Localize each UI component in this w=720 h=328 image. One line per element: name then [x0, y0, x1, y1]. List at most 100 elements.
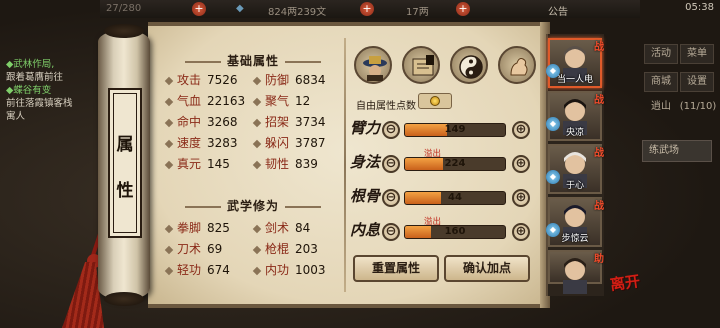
skill-row: 刀术 69: [164, 240, 222, 257]
skill-row: 内功 1003: [252, 261, 326, 278]
stat-row: 招架 3734: [252, 113, 326, 130]
gold-amount: 17两: [406, 7, 429, 18]
party-member-portrait[interactable]: 助: [548, 250, 604, 294]
party-status-tag: 战: [594, 42, 604, 53]
martial-title-text: 武学修为: [226, 199, 279, 213]
role-badge-icon: ◆: [546, 64, 560, 78]
menu-main[interactable]: 菜单: [680, 44, 714, 64]
attribute-value: 149: [444, 124, 466, 135]
title-divider: [184, 60, 221, 63]
scroll-skill-icon[interactable]: [402, 46, 440, 84]
party-status-tag: 助: [594, 254, 604, 265]
stat-value: 22163: [207, 94, 246, 108]
training-ground-button[interactable]: 练武场: [642, 140, 712, 162]
menu-settings[interactable]: 设置: [680, 72, 714, 92]
location-level: (11/10): [679, 101, 717, 112]
skill-label: 拳脚: [177, 221, 202, 235]
party-status-tag: 战: [594, 201, 604, 212]
stat-label: 招架: [265, 115, 290, 129]
silver-amount: 824两239文: [268, 7, 327, 18]
quest-desc-2: 前往落霞镇客栈: [6, 98, 73, 109]
skill-row: 剑术 84: [252, 219, 310, 236]
attribute-name: 内息: [350, 221, 381, 239]
stat-label: 聚气: [265, 94, 290, 108]
stat-label: 攻击: [177, 73, 202, 87]
overflow-label: 溢出: [424, 217, 442, 227]
add-resource-button[interactable]: +: [192, 2, 206, 16]
stat-row: 气血 22163: [164, 92, 246, 109]
base-attrs-title-text: 基础属性: [226, 54, 279, 68]
stat-label: 气血: [177, 94, 202, 108]
quest-desc-1: 跟着葛膺前往: [6, 72, 64, 83]
base-attrs-title: 基础属性: [168, 52, 338, 69]
skill-value: 1003: [295, 263, 326, 277]
increase-button[interactable]: ⊕: [512, 189, 530, 207]
leave-button[interactable]: 离开: [609, 270, 642, 295]
stat-label: 躲闪: [265, 136, 290, 150]
stat-bullet: [164, 97, 174, 106]
attribute-bar: 149: [404, 123, 506, 137]
stat-row: 速度 3283: [164, 134, 238, 151]
attribute-value: 44: [448, 192, 462, 203]
panel-title-char-2: 性: [116, 181, 134, 201]
quest-log[interactable]: ◆武林作局, 跟着葛膺前往 ◆蝶谷有变 前往落霞镇客栈 寓人: [6, 58, 102, 123]
stat-bullet: [252, 76, 262, 85]
stat-value: 7526: [207, 73, 238, 87]
free-points-label: 自由属性点数: [356, 101, 416, 112]
add-silver-button[interactable]: +: [360, 2, 374, 16]
stat-value: 3268: [207, 115, 238, 129]
stat-bullet: [252, 160, 262, 169]
resource-counter: 27/280: [106, 3, 142, 14]
skill-value: 203: [295, 242, 318, 256]
silver-icon: ◆: [236, 3, 244, 14]
party-status-tag: 战: [594, 95, 604, 106]
attribute-value: 224: [444, 158, 466, 169]
party-member-portrait[interactable]: 步惊云战 ◆: [546, 197, 604, 247]
skill-bullet: [252, 266, 262, 275]
party-member-portrait[interactable]: 当一人电战 ◆: [546, 38, 604, 88]
menu-location: 逍山: [651, 101, 671, 112]
quest-desc-3: 寓人: [6, 111, 26, 122]
party-member-portrait[interactable]: 央凉战 ◆: [546, 91, 604, 141]
skill-bullet: [164, 224, 174, 233]
stat-bullet: [252, 118, 262, 127]
skill-bullet: [252, 245, 262, 254]
quest-title-2: ◆蝶谷有变: [6, 85, 52, 96]
reset-attributes-button[interactable]: 重置属性: [353, 255, 439, 282]
quest-title-1: ◆武林作局,: [6, 59, 55, 70]
confirm-points-button[interactable]: 确认加点: [444, 255, 530, 282]
title-divider: [285, 205, 321, 208]
decrease-button[interactable]: ⊖: [382, 223, 400, 241]
stat-label: 防御: [265, 73, 290, 87]
free-points-box: [418, 93, 452, 109]
increase-button[interactable]: ⊕: [512, 121, 530, 139]
training-ground-label: 练武场: [649, 145, 679, 156]
increase-button[interactable]: ⊕: [512, 223, 530, 241]
decrease-button[interactable]: ⊖: [382, 189, 400, 207]
announcement-link[interactable]: 公告: [548, 3, 568, 18]
decrease-button[interactable]: ⊖: [382, 155, 400, 173]
stat-row: 真元 145: [164, 155, 230, 172]
panel-divider: [344, 38, 346, 292]
menu-shop[interactable]: 商城: [644, 72, 678, 92]
stat-value: 145: [207, 157, 230, 171]
hat-character-icon[interactable]: [354, 46, 392, 84]
stat-bullet: [164, 139, 174, 148]
martial-title: 武学修为: [168, 197, 338, 214]
panel-title-plaque: 属 性: [108, 88, 142, 238]
skill-row: 轻功 674: [164, 261, 230, 278]
clock: 05:38: [685, 2, 714, 13]
add-gold-button[interactable]: +: [456, 2, 470, 16]
menu-activity[interactable]: 活动: [644, 44, 678, 64]
increase-button[interactable]: ⊕: [512, 155, 530, 173]
stat-value: 6834: [295, 73, 326, 87]
strength-arm-icon[interactable]: [498, 46, 536, 84]
top-status-bar: 27/280 + ◆ 824两239文 + 17两 + 公告: [100, 0, 640, 18]
party-member-portrait[interactable]: 于心战 ◆: [546, 144, 604, 194]
stat-label: 韧性: [265, 157, 290, 171]
skill-value: 674: [207, 263, 230, 277]
yin-yang-icon[interactable]: [450, 46, 488, 84]
stat-value: 839: [295, 157, 318, 171]
decrease-button[interactable]: ⊖: [382, 121, 400, 139]
title-divider: [285, 60, 321, 63]
